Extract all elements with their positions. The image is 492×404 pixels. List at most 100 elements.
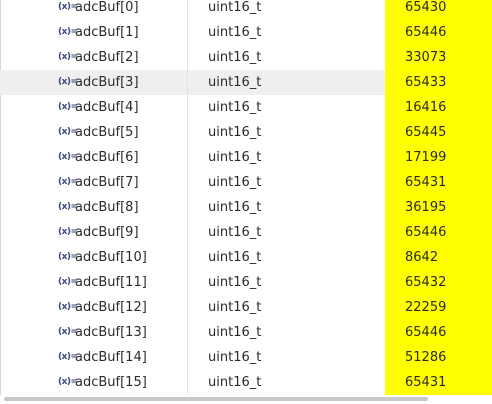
- variable-type: uint16_t: [208, 175, 262, 190]
- table-row[interactable]: (x)= adcBuf[7] uint16_t 65431: [0, 170, 492, 195]
- variable-icon: (x)=: [58, 227, 78, 237]
- variable-icon: (x)=: [58, 77, 78, 87]
- table-row[interactable]: (x)= adcBuf[2] uint16_t 33073: [0, 45, 492, 70]
- type-cell[interactable]: uint16_t: [188, 220, 385, 245]
- variable-icon: (x)=: [58, 127, 78, 137]
- name-cell[interactable]: (x)= adcBuf[13]: [0, 320, 188, 345]
- value-cell[interactable]: 36195: [385, 195, 492, 220]
- value-cell[interactable]: 22259: [385, 295, 492, 320]
- value-cell[interactable]: 65433: [385, 70, 492, 95]
- table-row[interactable]: (x)= adcBuf[0] uint16_t 65430: [0, 0, 492, 20]
- table-row[interactable]: (x)= adcBuf[13] uint16_t 65446: [0, 320, 492, 345]
- name-cell[interactable]: (x)= adcBuf[0]: [0, 0, 188, 20]
- type-cell[interactable]: uint16_t: [188, 95, 385, 120]
- variable-name: adcBuf[8]: [75, 200, 139, 215]
- type-cell[interactable]: uint16_t: [188, 295, 385, 320]
- type-cell[interactable]: uint16_t: [188, 120, 385, 145]
- value-cell[interactable]: 65446: [385, 320, 492, 345]
- variable-name: adcBuf[4]: [75, 100, 139, 115]
- value-cell[interactable]: 65430: [385, 0, 492, 20]
- variable-icon: (x)=: [58, 177, 78, 187]
- variable-value: 16416: [405, 100, 447, 115]
- value-cell[interactable]: 33073: [385, 45, 492, 70]
- variable-type: uint16_t: [208, 250, 262, 265]
- name-cell[interactable]: (x)= adcBuf[1]: [0, 20, 188, 45]
- table-row[interactable]: (x)= adcBuf[10] uint16_t 8642: [0, 245, 492, 270]
- variable-value: 17199: [405, 150, 447, 165]
- variable-name: adcBuf[9]: [75, 225, 139, 240]
- type-cell[interactable]: uint16_t: [188, 245, 385, 270]
- variable-value: 65431: [405, 375, 447, 390]
- table-row[interactable]: (x)= adcBuf[11] uint16_t 65432: [0, 270, 492, 295]
- horizontal-scrollbar-thumb[interactable]: [4, 397, 428, 401]
- variable-icon: (x)=: [58, 102, 78, 112]
- variable-type: uint16_t: [208, 200, 262, 215]
- variable-value: 65433: [405, 75, 447, 90]
- variable-type: uint16_t: [208, 375, 262, 390]
- value-cell[interactable]: 65445: [385, 120, 492, 145]
- variable-name: adcBuf[10]: [75, 250, 147, 265]
- name-cell[interactable]: (x)= adcBuf[4]: [0, 95, 188, 120]
- variable-type: uint16_t: [208, 350, 262, 365]
- variable-name: adcBuf[11]: [75, 275, 147, 290]
- type-cell[interactable]: uint16_t: [188, 345, 385, 370]
- variable-name: adcBuf[15]: [75, 375, 147, 390]
- name-cell[interactable]: (x)= adcBuf[9]: [0, 220, 188, 245]
- value-cell[interactable]: 17199: [385, 145, 492, 170]
- variable-name: adcBuf[0]: [75, 0, 139, 15]
- type-cell[interactable]: uint16_t: [188, 145, 385, 170]
- type-cell[interactable]: uint16_t: [188, 45, 385, 70]
- value-cell[interactable]: 65431: [385, 370, 492, 395]
- name-cell[interactable]: (x)= adcBuf[5]: [0, 120, 188, 145]
- name-cell[interactable]: (x)= adcBuf[7]: [0, 170, 188, 195]
- table-row[interactable]: (x)= adcBuf[1] uint16_t 65446: [0, 20, 492, 45]
- value-cell[interactable]: 51286: [385, 345, 492, 370]
- value-cell[interactable]: 16416: [385, 95, 492, 120]
- variable-type: uint16_t: [208, 125, 262, 140]
- table-row[interactable]: (x)= adcBuf[12] uint16_t 22259: [0, 295, 492, 320]
- type-cell[interactable]: uint16_t: [188, 370, 385, 395]
- table-row[interactable]: (x)= adcBuf[4] uint16_t 16416: [0, 95, 492, 120]
- name-cell[interactable]: (x)= adcBuf[12]: [0, 295, 188, 320]
- variable-icon: (x)=: [58, 252, 78, 262]
- table-row[interactable]: (x)= adcBuf[8] uint16_t 36195: [0, 195, 492, 220]
- variable-value: 8642: [405, 250, 439, 265]
- variable-value: 22259: [405, 300, 447, 315]
- type-cell[interactable]: uint16_t: [188, 195, 385, 220]
- value-cell[interactable]: 65432: [385, 270, 492, 295]
- table-row[interactable]: (x)= adcBuf[15] uint16_t 65431: [0, 370, 492, 395]
- name-cell[interactable]: (x)= adcBuf[15]: [0, 370, 188, 395]
- variable-value: 65446: [405, 25, 447, 40]
- variable-type: uint16_t: [208, 300, 262, 315]
- variable-name: adcBuf[13]: [75, 325, 147, 340]
- table-row[interactable]: (x)= adcBuf[9] uint16_t 65446: [0, 220, 492, 245]
- name-cell[interactable]: (x)= adcBuf[14]: [0, 345, 188, 370]
- name-cell[interactable]: (x)= adcBuf[3]: [0, 70, 188, 95]
- horizontal-scrollbar[interactable]: [0, 395, 492, 404]
- variable-value: 65445: [405, 125, 447, 140]
- table-row[interactable]: (x)= adcBuf[5] uint16_t 65445: [0, 120, 492, 145]
- type-cell[interactable]: uint16_t: [188, 270, 385, 295]
- value-cell[interactable]: 65431: [385, 170, 492, 195]
- name-cell[interactable]: (x)= adcBuf[6]: [0, 145, 188, 170]
- type-cell[interactable]: uint16_t: [188, 170, 385, 195]
- table-row[interactable]: (x)= adcBuf[3] uint16_t 65433: [0, 70, 492, 95]
- value-cell[interactable]: 65446: [385, 20, 492, 45]
- name-cell[interactable]: (x)= adcBuf[2]: [0, 45, 188, 70]
- variable-type: uint16_t: [208, 275, 262, 290]
- name-cell[interactable]: (x)= adcBuf[11]: [0, 270, 188, 295]
- table-row[interactable]: (x)= adcBuf[14] uint16_t 51286: [0, 345, 492, 370]
- type-cell[interactable]: uint16_t: [188, 20, 385, 45]
- variable-value: 36195: [405, 200, 447, 215]
- type-cell[interactable]: uint16_t: [188, 0, 385, 20]
- variable-name: adcBuf[6]: [75, 150, 139, 165]
- value-cell[interactable]: 8642: [385, 245, 492, 270]
- type-cell[interactable]: uint16_t: [188, 320, 385, 345]
- type-cell[interactable]: uint16_t: [188, 70, 385, 95]
- variable-value: 65446: [405, 225, 447, 240]
- variable-value: 65446: [405, 325, 447, 340]
- table-row[interactable]: (x)= adcBuf[6] uint16_t 17199: [0, 145, 492, 170]
- name-cell[interactable]: (x)= adcBuf[10]: [0, 245, 188, 270]
- value-cell[interactable]: 65446: [385, 220, 492, 245]
- name-cell[interactable]: (x)= adcBuf[8]: [0, 195, 188, 220]
